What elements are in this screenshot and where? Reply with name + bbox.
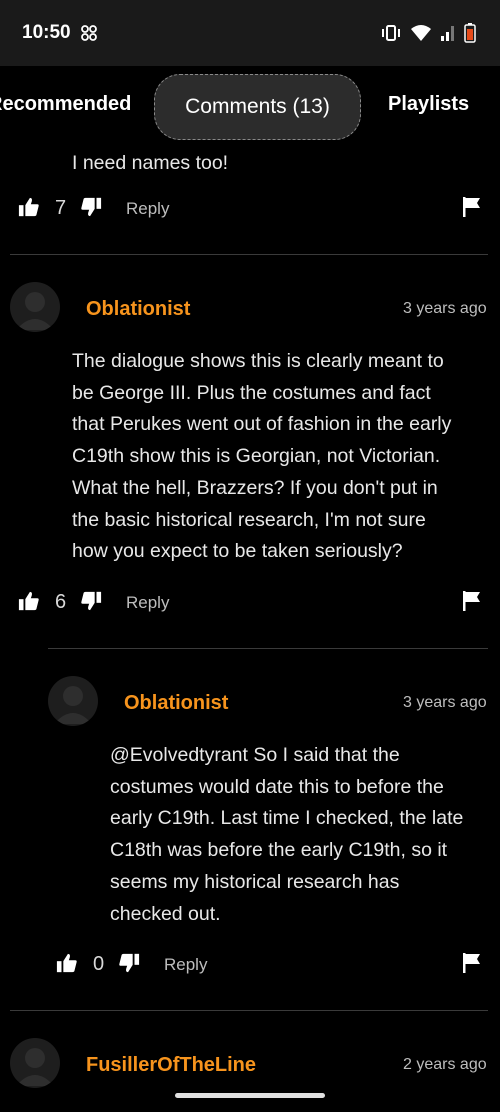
flag-icon[interactable]: [462, 952, 482, 974]
timestamp: 2 years ago: [403, 1056, 487, 1073]
avatar-placeholder-icon: [54, 686, 92, 724]
comment-line: The dialogue shows this is clearly meant…: [72, 350, 444, 372]
divider: [10, 254, 488, 255]
timestamp: 3 years ago: [403, 300, 487, 317]
comment-line: seems my historical research has: [110, 870, 400, 893]
thumbs-down-icon[interactable]: [80, 590, 102, 612]
comment-line: C18th was before the early C19th, so it: [110, 839, 448, 862]
username[interactable]: FusillerOfTheLine: [86, 1054, 256, 1077]
wifi-icon: [411, 25, 431, 41]
comment-text: I need names too!: [72, 152, 229, 174]
comment-body: @Evolvedtyrant So I said that the costum…: [110, 740, 495, 930]
reply-button[interactable]: Reply: [126, 593, 169, 613]
notification-icon: [80, 25, 97, 41]
comment-line: early C19th. Last time I checked, the la…: [110, 807, 464, 830]
home-indicator[interactable]: [175, 1093, 325, 1098]
tab-comments-label: Comments (13): [185, 95, 330, 118]
comment-line: be George III. Plus the costumes and fac…: [72, 381, 431, 404]
thumbs-up-icon[interactable]: [18, 196, 40, 218]
avatar[interactable]: [48, 676, 98, 726]
comment-line: that Perukes went out of fashion in the …: [72, 413, 452, 436]
tab-comments[interactable]: Comments (13): [154, 74, 361, 140]
tab-playlists[interactable]: Playlists: [388, 93, 469, 116]
comment-line: What the hell, Brazzers? If you don't pu…: [72, 476, 438, 499]
signal-icon: [441, 26, 454, 41]
comment-line: checked out.: [110, 902, 221, 925]
vibrate-icon: [382, 25, 400, 41]
flag-icon[interactable]: [462, 590, 482, 612]
username[interactable]: Oblationist: [124, 692, 228, 715]
comment-line: @Evolvedtyrant So I said that the: [110, 744, 400, 766]
avatar-placeholder-icon: [16, 1048, 54, 1086]
avatar[interactable]: [10, 1038, 60, 1088]
username[interactable]: Oblationist: [86, 298, 190, 321]
status-time: 10:50: [22, 22, 71, 43]
reply-button[interactable]: Reply: [164, 955, 207, 975]
tab-bar: Recommended Comments (13) Playlists: [0, 66, 500, 148]
comment-line: costumes would date this to before the: [110, 775, 444, 798]
like-count: 0: [93, 953, 105, 975]
avatar-placeholder-icon: [16, 292, 54, 330]
status-bar: 10:50: [0, 0, 500, 66]
divider: [10, 1010, 488, 1011]
timestamp: 3 years ago: [403, 694, 487, 711]
thumbs-up-icon[interactable]: [56, 952, 78, 974]
battery-icon: [464, 23, 476, 43]
comment-line: C19th show this is Georgian, not Victori…: [72, 445, 441, 468]
thumbs-down-icon[interactable]: [80, 196, 102, 218]
like-count: 7: [55, 197, 67, 219]
comment-body: The dialogue shows this is clearly meant…: [72, 346, 492, 568]
tab-recommended[interactable]: Recommended: [0, 93, 131, 116]
tab-recommended-label: Recommended: [0, 93, 132, 115]
thumbs-up-icon[interactable]: [18, 590, 40, 612]
like-count: 6: [55, 591, 67, 613]
divider: [48, 648, 488, 649]
reply-button[interactable]: Reply: [126, 199, 169, 219]
flag-icon[interactable]: [462, 196, 482, 218]
comment-line: how you expect to be taken seriously?: [72, 540, 403, 563]
tab-playlists-label: Playlists: [388, 93, 470, 115]
avatar[interactable]: [10, 282, 60, 332]
comment-line: the basic historical research, I'm not s…: [72, 508, 426, 531]
thumbs-down-icon[interactable]: [118, 952, 140, 974]
